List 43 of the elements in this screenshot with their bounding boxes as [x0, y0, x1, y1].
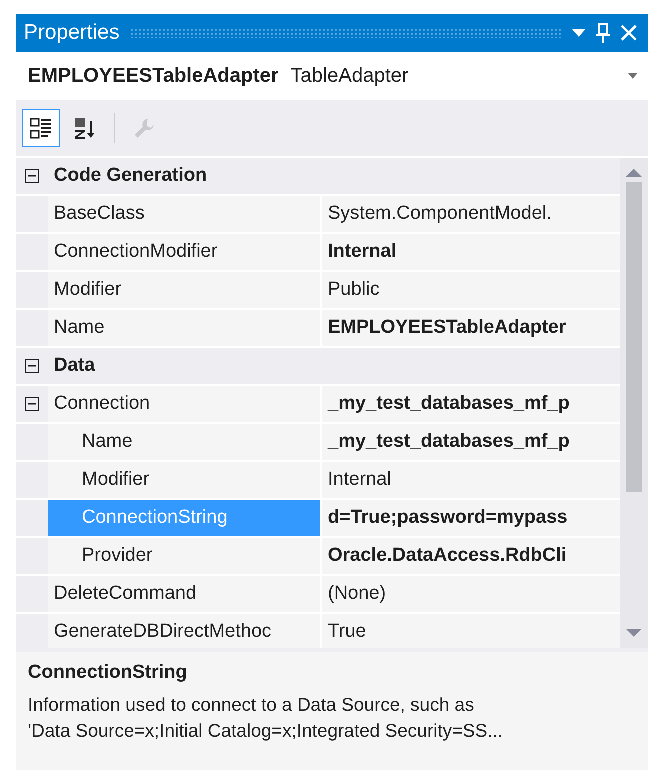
- property-name[interactable]: Modifier: [48, 462, 320, 498]
- description-title: ConnectionString: [28, 662, 188, 684]
- caret-icon: [628, 73, 638, 79]
- property-value[interactable]: (None): [320, 576, 620, 612]
- property-name[interactable]: Name: [48, 310, 320, 346]
- property-name[interactable]: DeleteCommand: [48, 576, 320, 612]
- collapse-icon[interactable]: [25, 359, 39, 373]
- description-text: Information used to connect to a Data Source, such as 'Data Source=x;Initial Catalog=x;Integrated Security=SS...: [28, 693, 504, 743]
- sort-alphabetical-icon: [74, 117, 96, 139]
- property-value[interactable]: EMPLOYEESTableAdapter: [320, 310, 620, 346]
- scroll-down-icon[interactable]: [626, 628, 642, 638]
- property-name[interactable]: BaseClass: [48, 196, 320, 232]
- property-name[interactable]: Name: [48, 424, 320, 460]
- categorized-button[interactable]: [22, 109, 60, 147]
- property-value[interactable]: _my_test_databases_mf_p: [320, 386, 620, 422]
- object-type: TableAdapter: [290, 64, 409, 88]
- wrench-icon: [133, 117, 155, 139]
- collapse-icon[interactable]: [25, 397, 39, 411]
- collapse-icon[interactable]: [25, 169, 39, 183]
- pin-icon[interactable]: [596, 23, 610, 43]
- property-name[interactable]: GenerateDBDirectMethoc: [48, 614, 320, 648]
- property-value[interactable]: _my_test_databases_mf_p: [320, 424, 620, 460]
- property-name[interactable]: Provider: [48, 538, 320, 574]
- scrollbar-thumb[interactable]: [626, 182, 642, 492]
- property-name[interactable]: Connection: [48, 386, 320, 422]
- category-label: Code Generation: [53, 165, 208, 187]
- property-value[interactable]: System.ComponentModel.: [320, 196, 620, 232]
- object-name: EMPLOYEESTableAdapter: [28, 64, 279, 88]
- property-name[interactable]: Modifier: [48, 272, 320, 308]
- window-title: Properties: [24, 21, 120, 45]
- property-value[interactable]: Internal: [320, 462, 620, 498]
- scroll-up-icon[interactable]: [626, 168, 642, 178]
- property-value[interactable]: Public: [320, 272, 620, 308]
- categorized-view-icon: [30, 117, 52, 139]
- property-value[interactable]: d=True;password=mypass: [320, 500, 620, 536]
- category-label: Data: [53, 355, 96, 377]
- object-selector[interactable]: EMPLOYEESTableAdapter TableAdapter: [16, 52, 648, 100]
- property-value[interactable]: Oracle.DataAccess.RdbCli: [320, 538, 620, 574]
- property-value[interactable]: Internal: [320, 234, 620, 270]
- dropdown-icon[interactable]: [572, 28, 586, 38]
- property-name[interactable]: ConnectionModifier: [48, 234, 320, 270]
- close-icon[interactable]: [620, 24, 638, 42]
- property-value[interactable]: True: [320, 614, 620, 648]
